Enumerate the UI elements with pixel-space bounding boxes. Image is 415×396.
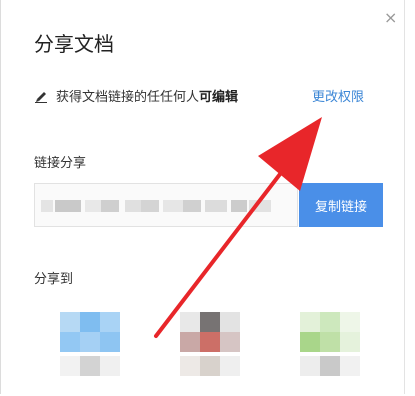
share-dialog: × 分享文档 获得文档链接的任任何人 可编辑 更改权限 链接分享 复制链接 分享到 [0, 0, 415, 394]
red-arrow-annotation [154, 117, 322, 338]
